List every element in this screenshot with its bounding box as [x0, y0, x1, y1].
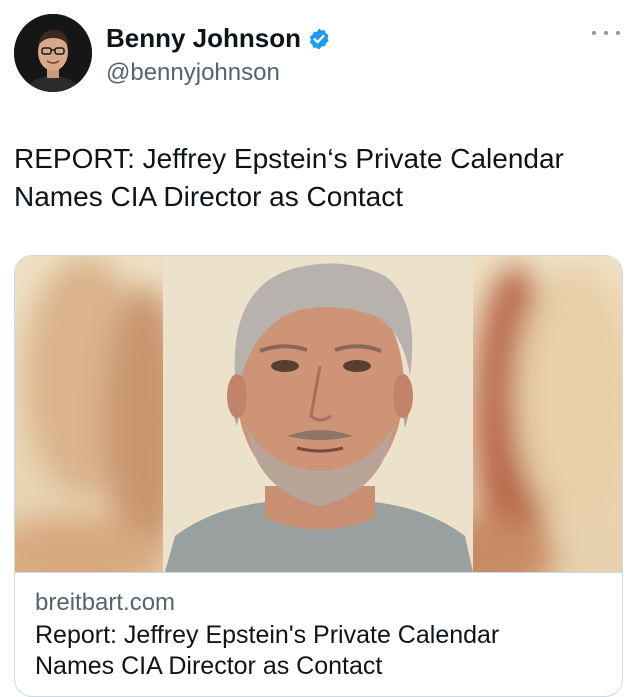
link-card-image[interactable]	[15, 256, 622, 572]
link-card[interactable]: breitbart.com Report: Jeffrey Epstein's …	[14, 255, 623, 697]
avatar-photo	[14, 14, 92, 92]
author-name-row: Benny Johnson	[106, 22, 331, 54]
more-horizontal-icon[interactable]	[592, 26, 620, 40]
verified-badge-icon	[307, 27, 331, 51]
author-handle[interactable]: @bennyjohnson	[106, 58, 280, 88]
link-card-domain: breitbart.com	[35, 589, 176, 616]
avatar[interactable]	[14, 14, 92, 92]
tweet-text: REPORT: Jeffrey Epstein‘s Private Calend…	[14, 143, 564, 212]
display-name[interactable]: Benny Johnson	[106, 22, 301, 54]
portrait-photo	[15, 256, 622, 572]
link-card-title: Report: Jeffrey Epstein's Private Calend…	[35, 621, 500, 680]
card-divider	[15, 572, 622, 573]
